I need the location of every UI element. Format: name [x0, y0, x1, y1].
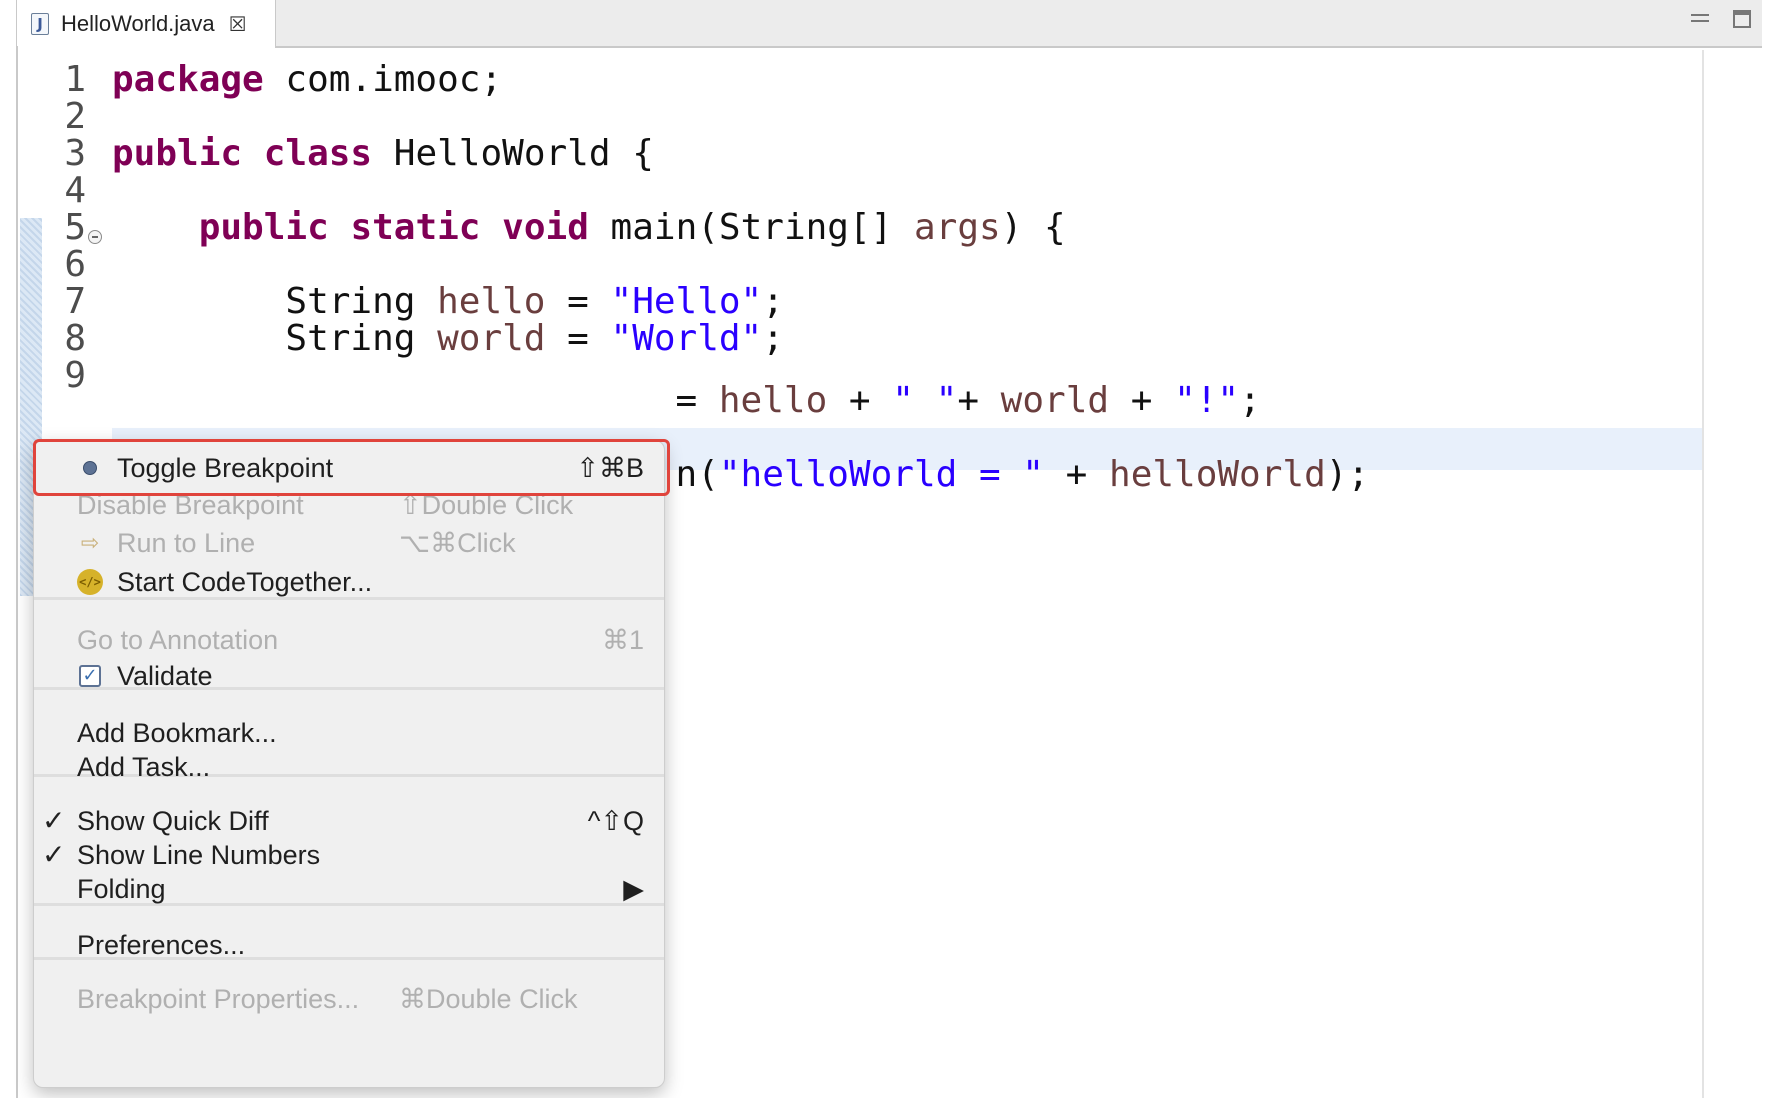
line-number: 6: [64, 244, 86, 285]
menu-item-show-quick-diff[interactable]: ✓ Show Quick Diff ^⇧Q: [34, 802, 664, 840]
code-line[interactable]: 4: [0, 170, 1700, 212]
checkmark-icon: ✓: [42, 804, 66, 837]
code-line[interactable]: 3 public class HelloWorld {: [0, 133, 1700, 175]
code-token: main(String[]: [588, 207, 914, 248]
overview-ruler[interactable]: [1702, 50, 1704, 1098]
context-menu: Toggle Breakpoint ⇧⌘B Disable Breakpoint ⇧D…: [33, 440, 665, 1088]
code-token: ;: [762, 318, 784, 359]
line-number: 7: [64, 281, 86, 322]
code-text: = hello + " "+ world + "!";: [112, 380, 1261, 422]
code-text: public class HelloWorld {: [112, 133, 654, 175]
variable-token: args: [913, 207, 1001, 248]
menu-item-show-line-numbers[interactable]: ✓ Show Line Numbers: [34, 836, 664, 874]
keyword-token: static: [350, 207, 481, 248]
code-line[interactable]: 6: [0, 244, 1700, 286]
string-token: "Hello": [610, 281, 763, 322]
menu-item-label: Go to Annotation: [77, 625, 279, 655]
code-line[interactable]: 5 public static void main(String[] args)…: [0, 207, 1700, 249]
code-token: =: [112, 380, 719, 421]
line-number: 3: [64, 133, 86, 174]
menu-item-label: Add Bookmark...: [77, 718, 277, 748]
code-text: package com.imooc;: [112, 59, 502, 101]
code-text: public static void main(String[] args) {: [112, 207, 1066, 249]
menu-item-label: Folding: [77, 874, 166, 904]
menu-item-add-task[interactable]: Add Task...: [34, 748, 664, 786]
code-token: +: [957, 380, 1001, 421]
variable-token: world: [437, 318, 546, 359]
menu-item-shortcut: ⌥⌘Click: [399, 528, 516, 558]
menu-item-label: Start CodeTogether...: [117, 567, 373, 597]
variable-token: hello: [718, 380, 828, 421]
checkmark-icon: ✓: [42, 838, 66, 871]
code-text: String hello = "Hello";: [112, 281, 784, 323]
keyword-token: class: [263, 133, 373, 174]
code-line[interactable]: 7 String hello = "Hello";: [0, 281, 1700, 323]
string-token: "World": [610, 318, 763, 359]
code-token: com.imooc;: [263, 59, 503, 100]
line-number: 4: [64, 170, 86, 211]
keyword-token: void: [502, 207, 589, 248]
menu-item-validate[interactable]: ✓ Validate: [34, 657, 664, 695]
code-token: +: [827, 380, 893, 421]
code-line[interactable]: 1 package com.imooc;: [0, 59, 1700, 101]
run-to-line-icon: ⇨: [80, 530, 100, 556]
line-number: 2: [64, 96, 86, 137]
line-number: 1: [64, 59, 86, 100]
menu-item-run-to-line: ⇨ Run to Line ⌥⌘Click: [34, 524, 664, 562]
code-token: );: [1325, 454, 1370, 495]
menu-item-go-to-annotation: Go to Annotation ⌘1: [34, 621, 664, 659]
code-line[interactable]: 2: [0, 96, 1700, 138]
menu-item-label: Validate: [117, 661, 213, 691]
code-token: HelloWorld {: [372, 133, 654, 174]
code-token: String: [112, 318, 438, 359]
menu-item-shortcut: ⌘Double Click: [399, 984, 578, 1014]
code-token: ) {: [1000, 207, 1066, 248]
string-token: "helloWorld = ": [718, 454, 1044, 495]
menu-item-shortcut: ⌘1: [601, 625, 644, 655]
variable-token: helloWorld: [1109, 454, 1326, 495]
code-token: =: [545, 318, 611, 359]
code-token: ;: [762, 281, 784, 322]
menu-item-folding[interactable]: Folding ▶: [34, 870, 664, 908]
string-token: " ": [892, 380, 958, 421]
keyword-token: package: [112, 59, 264, 100]
string-token: "!": [1174, 380, 1240, 421]
line-number: 5: [64, 207, 86, 248]
keyword-token: public: [198, 207, 329, 248]
codetogether-icon: </>: [76, 567, 104, 597]
menu-item-start-codetogether[interactable]: </> Start CodeTogether...: [34, 563, 664, 601]
maximize-icon[interactable]: [1733, 10, 1751, 28]
menu-item-preferences[interactable]: Preferences...: [34, 926, 664, 964]
line-number: 8: [64, 318, 86, 359]
menu-item-label: Show Line Numbers: [77, 840, 321, 870]
variable-token: world: [1000, 380, 1110, 421]
menu-item-label: Breakpoint Properties...: [77, 984, 360, 1014]
code-line[interactable]: = hello + " "+ world + "!";: [0, 380, 1700, 422]
submenu-arrow-icon: ▶: [623, 874, 644, 904]
menu-item-label: Run to Line: [117, 528, 256, 558]
menu-item-shortcut: ^⇧Q: [587, 806, 644, 836]
menu-item-add-bookmark[interactable]: Add Bookmark...: [34, 714, 664, 752]
code-token: +: [1109, 380, 1175, 421]
annotation-highlight-box: [33, 439, 670, 496]
code-token: +: [1043, 454, 1110, 495]
code-token: String: [112, 281, 438, 322]
variable-token: hello: [437, 281, 546, 322]
menu-item-breakpoint-properties: Breakpoint Properties... ⌘Double Click: [34, 980, 664, 1018]
menu-item-label: Preferences...: [77, 930, 246, 960]
keyword-token: public: [112, 133, 243, 174]
code-token: =: [545, 281, 611, 322]
menu-item-label: Add Task...: [77, 752, 211, 782]
code-line[interactable]: 8 String world = "World";: [0, 318, 1700, 360]
code-text: String world = "World";: [112, 318, 784, 360]
code-token: ;: [1239, 380, 1261, 421]
checkbox-icon: ✓: [76, 661, 104, 691]
menu-item-label: Show Quick Diff: [77, 806, 269, 836]
